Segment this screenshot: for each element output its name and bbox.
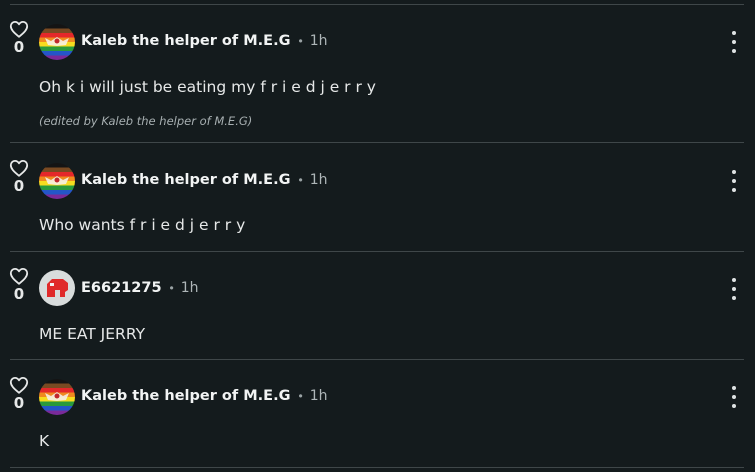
more-options-menu[interactable] (729, 31, 739, 53)
more-options-menu[interactable] (729, 386, 739, 408)
dot (732, 31, 736, 35)
comment-header: E6621275 • 1h (81, 278, 199, 298)
timestamp: 1h (309, 172, 328, 188)
comment-header: Kaleb the helper of M.E.G • 1h (81, 170, 327, 190)
more-options-menu[interactable] (729, 278, 739, 300)
avatar[interactable] (39, 163, 75, 199)
like-control[interactable]: 0 (8, 20, 30, 55)
separator-dot: • (298, 389, 303, 403)
comment-text: ME EAT JERRY (39, 325, 146, 343)
username-link[interactable]: Kaleb the helper of M.E.G (81, 388, 291, 404)
divider (10, 4, 744, 5)
dot (732, 170, 736, 174)
dot (732, 179, 736, 183)
comment-header: Kaleb the helper of M.E.G • 1h (81, 386, 327, 406)
avatar[interactable] (39, 270, 75, 306)
comment-header: Kaleb the helper of M.E.G • 1h (81, 31, 327, 51)
heart-icon[interactable] (9, 267, 29, 285)
rainbow-flag-avatar (39, 379, 75, 415)
rainbow-flag-avatar (39, 24, 75, 60)
comment-text: Oh k i will just be eating my f r i e d … (39, 78, 376, 96)
separator-dot: • (169, 281, 174, 295)
dot (732, 49, 736, 53)
comment-text: K (39, 432, 50, 450)
like-count: 0 (13, 285, 25, 303)
heart-icon[interactable] (9, 20, 29, 38)
username-link[interactable]: Kaleb the helper of M.E.G (81, 33, 291, 49)
separator-dot: • (298, 34, 303, 48)
dot (732, 40, 736, 44)
avatar[interactable] (39, 24, 75, 60)
avatar[interactable] (39, 379, 75, 415)
dot (732, 386, 736, 390)
like-control[interactable]: 0 (8, 267, 30, 302)
edited-note: (edited by Kaleb the helper of M.E.G) (39, 114, 253, 128)
like-control[interactable]: 0 (8, 376, 30, 411)
more-options-menu[interactable] (729, 170, 739, 192)
divider (10, 359, 744, 360)
username-link[interactable]: E6621275 (81, 280, 162, 296)
divider (10, 251, 744, 252)
divider (10, 142, 744, 143)
timestamp: 1h (180, 280, 199, 296)
username-link[interactable]: Kaleb the helper of M.E.G (81, 172, 291, 188)
divider (10, 467, 744, 468)
timestamp: 1h (309, 388, 328, 404)
like-control[interactable]: 0 (8, 159, 30, 194)
separator-dot: • (298, 173, 303, 187)
like-count: 0 (13, 177, 25, 195)
heart-icon[interactable] (9, 159, 29, 177)
comment-text: Who wants f r i e d j e r r y (39, 216, 246, 234)
dot (732, 278, 736, 282)
rainbow-flag-avatar (39, 163, 75, 199)
red-block-avatar (39, 270, 75, 306)
like-count: 0 (13, 38, 25, 56)
dot (732, 404, 736, 408)
comment-feed: 0 Kaleb the helper of M.E.G • 1h Oh k i … (0, 0, 755, 472)
dot (732, 188, 736, 192)
heart-icon[interactable] (9, 376, 29, 394)
timestamp: 1h (309, 33, 328, 49)
dot (732, 296, 736, 300)
dot (732, 287, 736, 291)
dot (732, 395, 736, 399)
like-count: 0 (13, 394, 25, 412)
